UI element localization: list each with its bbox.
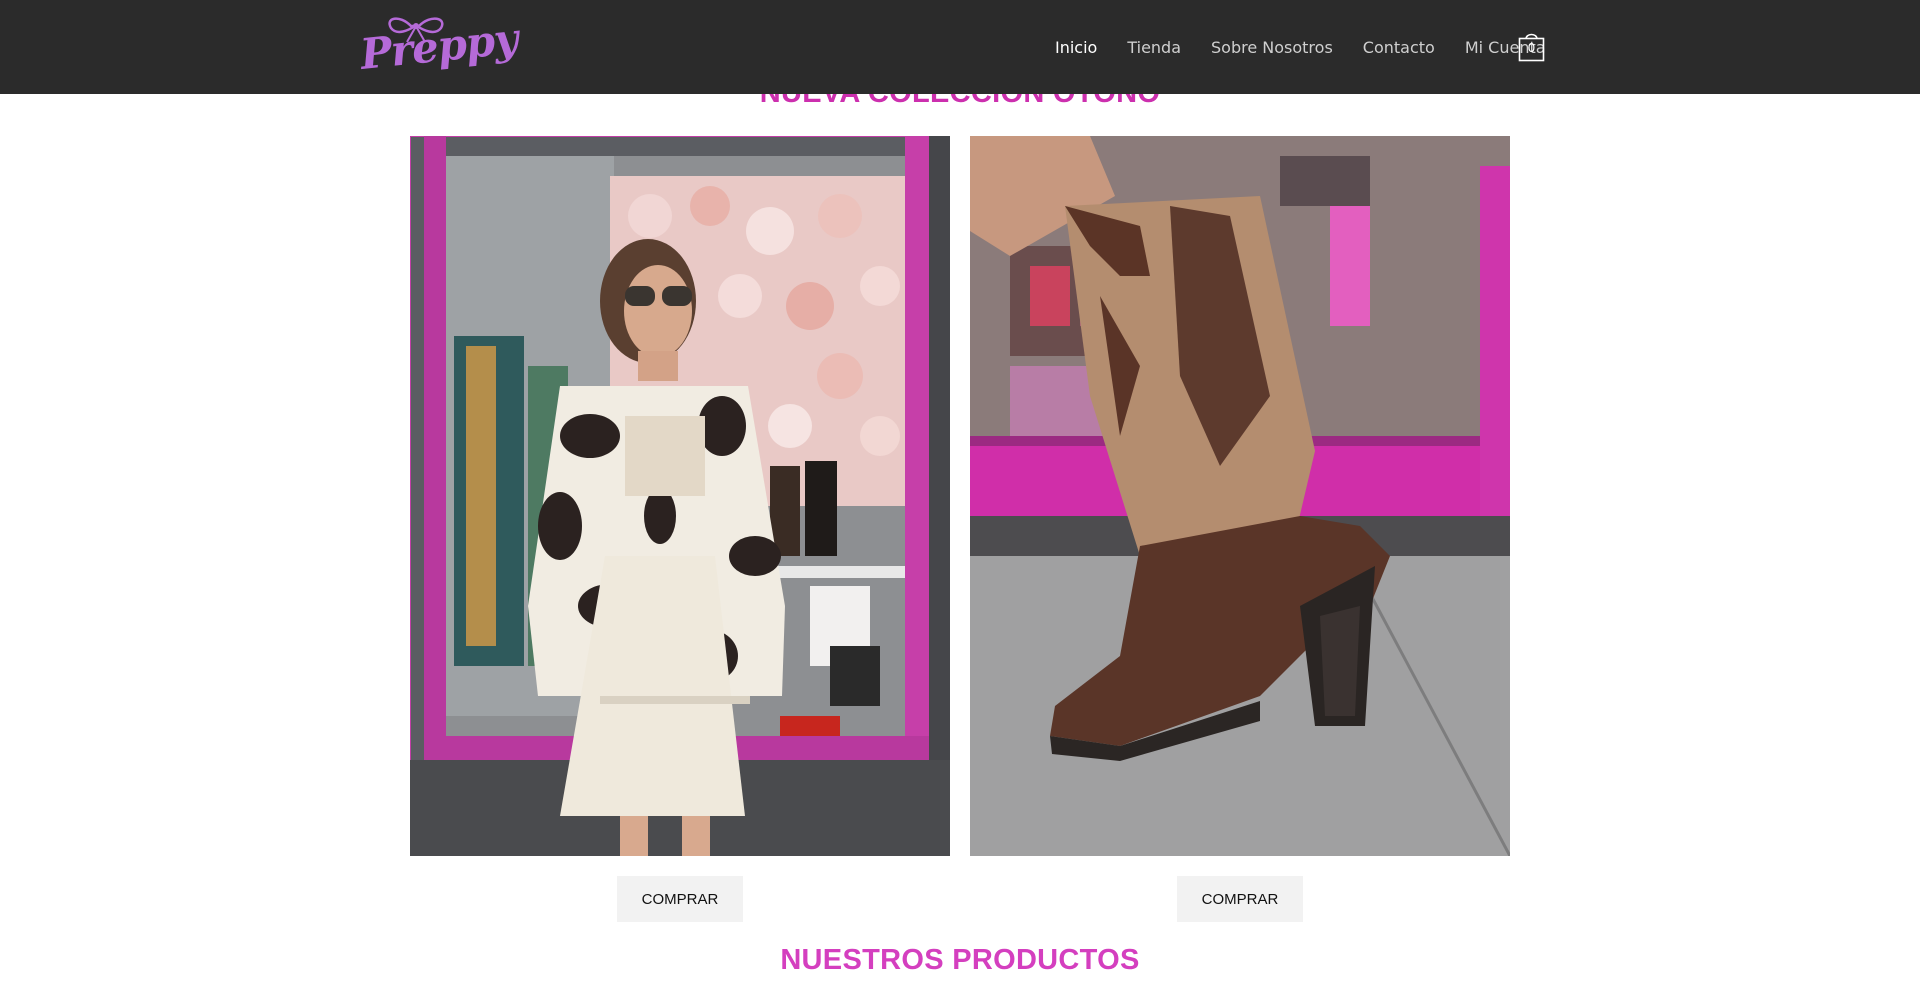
nav-item-sobre-nosotros[interactable]: Sobre Nosotros [1211,38,1333,57]
cart-button[interactable]: 0 [1518,30,1545,62]
woman-cow-print-jacket-photo [410,136,950,856]
nav-item-inicio[interactable]: Inicio [1055,38,1097,57]
brand-logo[interactable]: Preppy [358,12,520,82]
product-image-cow-print-jacket[interactable] [410,136,950,856]
nav-item-tienda[interactable]: Tienda [1127,38,1181,57]
products-section-title: NUESTROS PRODUCTOS [780,944,1140,976]
nav-item-contacto[interactable]: Contacto [1363,38,1435,57]
brown-cowboy-boot-photo [970,136,1510,856]
buy-button-left[interactable]: COMPRAR [617,876,743,922]
product-image-cowboy-boot[interactable] [970,136,1510,856]
site-header: Preppy Inicio Tienda Sobre Nosotros Cont… [0,0,1920,94]
cart-count: 0 [1527,41,1536,55]
main-nav: Inicio Tienda Sobre Nosotros Contacto Mi… [1055,0,1576,94]
buy-button-right[interactable]: COMPRAR [1177,876,1303,922]
